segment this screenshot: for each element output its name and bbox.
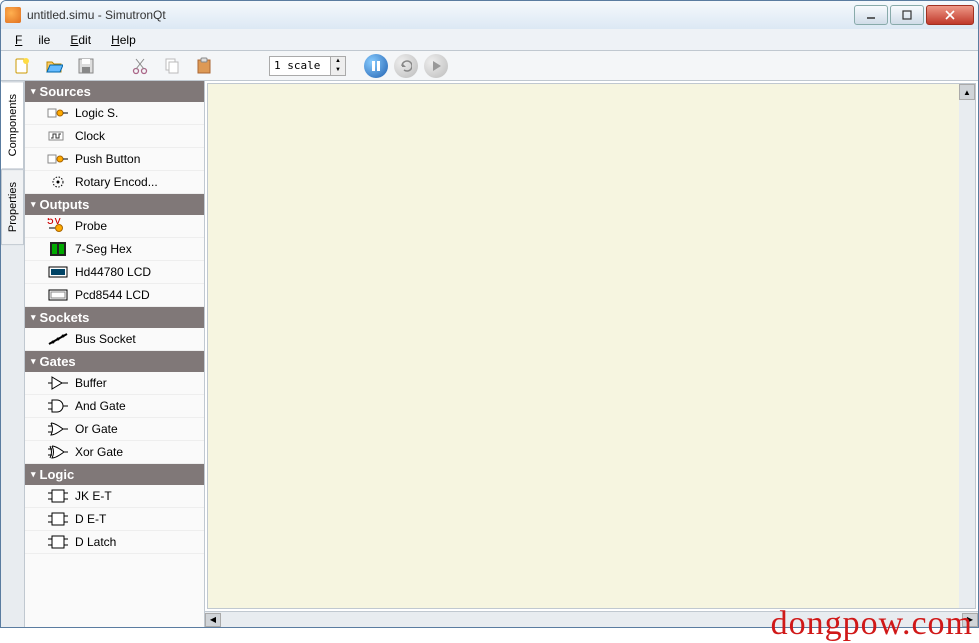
toolbar: ▲ ▼ bbox=[1, 51, 978, 81]
component-item[interactable]: Bus Socket bbox=[25, 328, 204, 351]
component-item[interactable]: And Gate bbox=[25, 395, 204, 418]
minimize-button[interactable] bbox=[854, 5, 888, 25]
logic-source-icon bbox=[47, 105, 69, 121]
and-icon bbox=[47, 398, 69, 414]
menu-edit[interactable]: Edit bbox=[62, 31, 99, 49]
buffer-icon bbox=[47, 375, 69, 391]
scale-down-button[interactable]: ▼ bbox=[331, 66, 345, 75]
component-label: Pcd8544 LCD bbox=[75, 288, 150, 302]
paste-button[interactable] bbox=[191, 53, 217, 79]
scale-input[interactable] bbox=[270, 59, 330, 72]
vertical-scrollbar[interactable]: ▲ bbox=[959, 84, 975, 608]
xor-icon bbox=[47, 444, 69, 460]
component-label: 7-Seg Hex bbox=[75, 242, 132, 256]
component-item[interactable]: Logic S. bbox=[25, 102, 204, 125]
ff-icon bbox=[47, 534, 69, 550]
component-item[interactable]: D Latch bbox=[25, 531, 204, 554]
category-header[interactable]: Sockets bbox=[25, 307, 204, 328]
probe-icon: 5V bbox=[47, 218, 69, 234]
new-file-button[interactable] bbox=[9, 53, 35, 79]
lcd2-icon bbox=[47, 287, 69, 303]
tab-properties[interactable]: Properties bbox=[1, 169, 24, 245]
category-header[interactable]: Logic bbox=[25, 464, 204, 485]
component-label: D E-T bbox=[75, 512, 106, 526]
scroll-left-button[interactable]: ◀ bbox=[205, 613, 221, 627]
sidebar-tabs: Components Properties bbox=[1, 81, 25, 627]
open-file-button[interactable] bbox=[41, 53, 67, 79]
component-label: And Gate bbox=[75, 399, 126, 413]
play-button[interactable] bbox=[424, 54, 448, 78]
component-item[interactable]: Hd44780 LCD bbox=[25, 261, 204, 284]
component-label: Buffer bbox=[75, 376, 107, 390]
pause-button[interactable] bbox=[364, 54, 388, 78]
tab-components[interactable]: Components bbox=[1, 81, 24, 169]
7seg-icon bbox=[47, 241, 69, 257]
push-button-icon bbox=[47, 151, 69, 167]
component-item[interactable]: JK E-T bbox=[25, 485, 204, 508]
component-label: Bus Socket bbox=[75, 332, 136, 346]
component-item[interactable]: Push Button bbox=[25, 148, 204, 171]
copy-button[interactable] bbox=[159, 53, 185, 79]
watermark: dongpow.com bbox=[771, 605, 973, 643]
component-label: JK E-T bbox=[75, 489, 112, 503]
clock-icon bbox=[47, 128, 69, 144]
component-label: Probe bbox=[75, 219, 107, 233]
rotary-icon bbox=[47, 174, 69, 190]
ff-icon bbox=[47, 488, 69, 504]
scale-spinner[interactable]: ▲ ▼ bbox=[269, 56, 346, 76]
titlebar: untitled.simu - SimutronQt bbox=[1, 1, 978, 29]
component-label: Clock bbox=[75, 129, 105, 143]
lcd1-icon bbox=[47, 264, 69, 280]
component-item[interactable]: Buffer bbox=[25, 372, 204, 395]
cut-button[interactable] bbox=[127, 53, 153, 79]
component-label: Rotary Encod... bbox=[75, 175, 158, 189]
component-item[interactable]: Xor Gate bbox=[25, 441, 204, 464]
component-label: Xor Gate bbox=[75, 445, 123, 459]
component-item[interactable]: Or Gate bbox=[25, 418, 204, 441]
component-label: D Latch bbox=[75, 535, 116, 549]
category-header[interactable]: Gates bbox=[25, 351, 204, 372]
app-window: untitled.simu - SimutronQt File Edit Hel… bbox=[0, 0, 979, 628]
component-item[interactable]: D E-T bbox=[25, 508, 204, 531]
bus-icon bbox=[47, 331, 69, 347]
app-icon bbox=[5, 7, 21, 23]
component-item[interactable]: Pcd8544 LCD bbox=[25, 284, 204, 307]
menu-file[interactable]: File bbox=[7, 31, 58, 49]
component-label: Push Button bbox=[75, 152, 140, 166]
component-item[interactable]: 5V Probe bbox=[25, 215, 204, 238]
menubar: File Edit Help bbox=[1, 29, 978, 51]
components-panel: Sources Logic S. Clock Push Button Rotary En… bbox=[25, 81, 205, 627]
component-item[interactable]: Clock bbox=[25, 125, 204, 148]
menu-help[interactable]: Help bbox=[103, 31, 144, 49]
category-header[interactable]: Sources bbox=[25, 81, 204, 102]
scroll-up-button[interactable]: ▲ bbox=[959, 84, 975, 100]
canvas[interactable]: ▲ bbox=[207, 83, 976, 609]
component-item[interactable]: 7-Seg Hex bbox=[25, 238, 204, 261]
canvas-area: ▲ ◀ ▶ bbox=[205, 81, 978, 627]
component-label: Logic S. bbox=[75, 106, 118, 120]
component-label: Hd44780 LCD bbox=[75, 265, 151, 279]
window-title: untitled.simu - SimutronQt bbox=[27, 8, 854, 22]
category-header[interactable]: Outputs bbox=[25, 194, 204, 215]
or-icon bbox=[47, 421, 69, 437]
component-item[interactable]: Rotary Encod... bbox=[25, 171, 204, 194]
maximize-button[interactable] bbox=[890, 5, 924, 25]
step-button[interactable] bbox=[394, 54, 418, 78]
save-file-button[interactable] bbox=[73, 53, 99, 79]
close-button[interactable] bbox=[926, 5, 974, 25]
ff-icon bbox=[47, 511, 69, 527]
component-label: Or Gate bbox=[75, 422, 118, 436]
scale-up-button[interactable]: ▲ bbox=[331, 57, 345, 66]
